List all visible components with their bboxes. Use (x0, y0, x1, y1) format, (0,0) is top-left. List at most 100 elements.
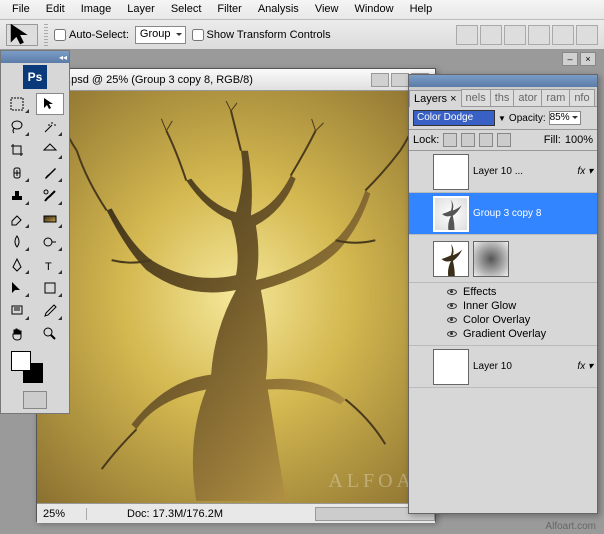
layer-row[interactable]: Layer 10 ... fx ▾ (409, 151, 597, 193)
visibility-toggle[interactable] (411, 250, 429, 268)
layer-thumb[interactable] (433, 349, 469, 385)
tab-layers[interactable]: Layers × (409, 90, 462, 107)
gradient-tool[interactable] (36, 208, 64, 230)
zoom-tool[interactable] (36, 323, 64, 345)
panel-close-button[interactable]: × (580, 52, 596, 66)
hand-tool[interactable] (3, 323, 31, 345)
eyedropper-tool[interactable] (36, 300, 64, 322)
layer-thumb[interactable] (433, 154, 469, 190)
visibility-toggle[interactable] (411, 358, 429, 376)
menu-select[interactable]: Select (163, 0, 210, 19)
tab-histogram[interactable]: ram (541, 89, 570, 106)
panel-header[interactable] (409, 75, 597, 87)
options-bar: Auto-Select: Group Show Transform Contro… (0, 20, 604, 50)
zoom-level[interactable]: 25% (37, 508, 87, 520)
marquee-tool[interactable] (3, 93, 31, 115)
lock-transparency[interactable] (443, 133, 457, 147)
visibility-toggle[interactable] (411, 163, 429, 181)
fill-field[interactable]: 100% (565, 134, 593, 146)
align-icon[interactable] (528, 25, 550, 45)
app-icon: Ps (23, 65, 47, 89)
auto-select-checkbox[interactable]: Auto-Select: (54, 29, 129, 41)
blur-tool[interactable] (3, 231, 31, 253)
menu-window[interactable]: Window (346, 0, 401, 19)
tab-paths[interactable]: ths (490, 89, 515, 106)
heal-tool[interactable] (3, 162, 31, 184)
move-tool[interactable] (36, 93, 64, 115)
tab-channels[interactable]: nels (461, 89, 491, 106)
align-icon[interactable] (456, 25, 478, 45)
menu-filter[interactable]: Filter (209, 0, 249, 19)
dodge-tool[interactable] (36, 231, 64, 253)
lock-position[interactable] (479, 133, 493, 147)
wand-tool[interactable] (36, 116, 64, 138)
menu-help[interactable]: Help (402, 0, 441, 19)
layer-name[interactable]: Group 3 copy 8 (473, 208, 595, 219)
visibility-toggle[interactable] (411, 205, 429, 223)
menu-edit[interactable]: Edit (38, 0, 73, 19)
eye-icon[interactable] (447, 317, 457, 323)
layer-row[interactable] (409, 235, 597, 283)
blend-mode-dropdown[interactable]: Color Dodge (413, 110, 495, 126)
move-tool-preset[interactable] (6, 24, 38, 46)
slice-tool[interactable] (36, 139, 64, 161)
lock-all[interactable] (497, 133, 511, 147)
layer-row[interactable]: Layer 10 fx ▾ (409, 346, 597, 388)
opacity-field[interactable]: 85% (549, 111, 581, 125)
menu-view[interactable]: View (307, 0, 347, 19)
pen-tool[interactable] (3, 254, 31, 276)
effect-item[interactable]: Inner Glow (463, 300, 516, 312)
doc-min-button[interactable] (371, 73, 389, 87)
notes-tool[interactable] (3, 300, 31, 322)
layer-mask-thumb[interactable] (473, 241, 509, 277)
fx-indicator[interactable]: fx ▾ (577, 166, 593, 177)
show-transform-checkbox[interactable]: Show Transform Controls (192, 29, 331, 41)
lock-label: Lock: (413, 134, 439, 146)
layer-name[interactable]: Layer 10 (473, 361, 577, 372)
path-select-tool[interactable] (3, 277, 31, 299)
shape-tool[interactable] (36, 277, 64, 299)
menu-analysis[interactable]: Analysis (250, 0, 307, 19)
status-bar: 25% Doc: 17.3M/176.2M (37, 503, 435, 523)
panel-minimize-button[interactable]: – (562, 52, 578, 66)
fx-indicator[interactable]: fx ▾ (577, 361, 593, 372)
layer-name[interactable]: Layer 10 ... (473, 166, 577, 177)
stamp-tool[interactable] (3, 185, 31, 207)
eye-icon[interactable] (447, 289, 457, 295)
layer-thumb[interactable] (433, 196, 469, 232)
effect-item[interactable]: Color Overlay (463, 314, 530, 326)
quickmask-toggle[interactable] (23, 391, 47, 409)
align-icon[interactable] (576, 25, 598, 45)
menu-image[interactable]: Image (73, 0, 120, 19)
type-tool[interactable]: T (36, 254, 64, 276)
brush-tool[interactable] (36, 162, 64, 184)
tree-image: ALFOA (37, 91, 435, 503)
menu-layer[interactable]: Layer (119, 0, 163, 19)
tab-info[interactable]: nfo (569, 89, 594, 106)
show-transform-input[interactable] (192, 29, 204, 41)
eye-icon[interactable] (447, 303, 457, 309)
history-brush-tool[interactable] (36, 185, 64, 207)
auto-select-dropdown[interactable]: Group (135, 26, 186, 44)
eye-icon[interactable] (447, 331, 457, 337)
options-grip (44, 24, 48, 46)
align-icon[interactable] (504, 25, 526, 45)
menu-file[interactable]: File (4, 0, 38, 19)
align-icon[interactable] (552, 25, 574, 45)
layer-thumb[interactable] (433, 241, 469, 277)
toolbox-header[interactable]: ◂◂ (1, 51, 69, 63)
document-titlebar[interactable]: _tree.psd @ 25% (Group 3 copy 8, RGB/8) (37, 69, 435, 91)
auto-select-input[interactable] (54, 29, 66, 41)
tab-navigator[interactable]: ator (513, 89, 542, 106)
align-icon[interactable] (480, 25, 502, 45)
eraser-tool[interactable] (3, 208, 31, 230)
color-swatches[interactable] (1, 347, 69, 387)
layer-row-selected[interactable]: Group 3 copy 8 (409, 193, 597, 235)
crop-tool[interactable] (3, 139, 31, 161)
canvas[interactable]: ALFOA (37, 91, 435, 503)
foreground-swatch[interactable] (11, 351, 31, 371)
doc-max-button[interactable] (391, 73, 409, 87)
lock-pixels[interactable] (461, 133, 475, 147)
effect-item[interactable]: Gradient Overlay (463, 328, 546, 340)
lasso-tool[interactable] (3, 116, 31, 138)
